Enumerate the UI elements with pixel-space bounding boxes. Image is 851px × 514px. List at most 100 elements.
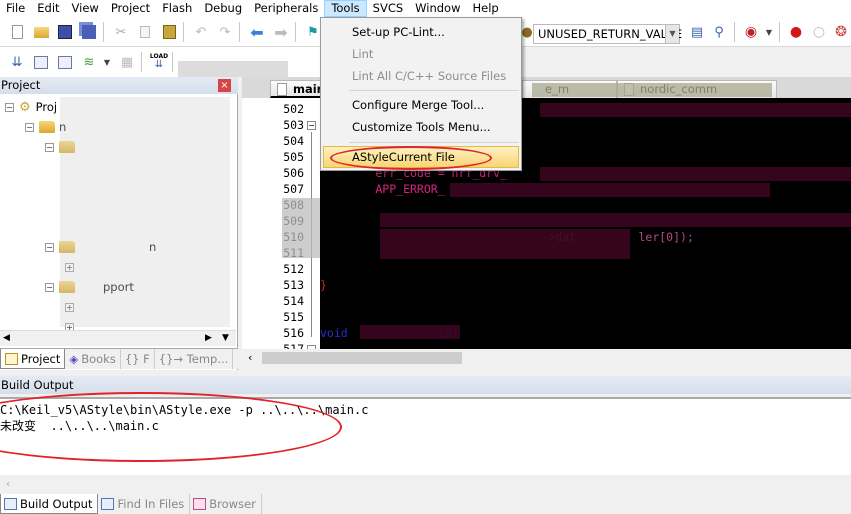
collapse-icon[interactable]: − [45, 142, 54, 152]
document-icon[interactable]: ▤ [688, 23, 706, 41]
line-number-gutter: 502 503 504 505 506 507 508 509 510 511 … [242, 98, 322, 356]
menu-item-setup-pc-lint[interactable]: Set-up PC-Lint... [323, 21, 519, 43]
collapse-icon[interactable]: − [45, 282, 54, 292]
build-output-horizontal-scrollbar[interactable]: ‹ [0, 475, 851, 493]
open-file-icon[interactable] [32, 23, 50, 41]
menu-flash[interactable]: Flash [156, 0, 198, 17]
redacted-region [380, 229, 630, 259]
find-in-files-icon [101, 498, 115, 510]
menu-tools[interactable]: Tools [324, 0, 367, 17]
scroll-left-icon[interactable]: ◀ [3, 333, 10, 343]
chevron-down-icon[interactable]: ▼ [98, 53, 116, 71]
menu-edit[interactable]: Edit [31, 0, 65, 17]
redacted-region [360, 325, 460, 339]
menu-svcs[interactable]: SVCS [367, 0, 410, 17]
menubar: File Edit View Project Flash Debug Perip… [0, 0, 851, 17]
project-panel: Project × − ⚙ Proj − n − − n + − pport +… [0, 77, 238, 370]
redacted-region [380, 213, 851, 227]
rebuild-icon[interactable] [56, 53, 74, 71]
tree-item-project-root[interactable]: − ⚙ Proj [5, 99, 57, 115]
redacted-region [540, 103, 851, 117]
output-line: C:\Keil_v5\AStyle\bin\AStyle.exe -p ..\.… [0, 403, 369, 417]
editor-tab-main[interactable]: main. [270, 80, 329, 98]
tools-menu: Set-up PC-Lint... Lint Lint All C/C++ So… [320, 17, 522, 171]
books-icon: ◈ [69, 352, 79, 366]
load-icon[interactable]: LOAD ⇊ [148, 52, 170, 70]
breakpoint-icon[interactable]: ● [787, 23, 805, 41]
redo-icon[interactable]: ↷ [216, 23, 234, 41]
redacted-region [532, 83, 772, 97]
menu-separator [349, 142, 519, 143]
menu-item-lint[interactable]: Lint [323, 43, 519, 65]
collapse-icon[interactable]: − [45, 242, 54, 252]
copy-icon[interactable] [136, 23, 154, 41]
fold-collapse-icon[interactable]: − [307, 121, 316, 130]
toolbar-separator [172, 52, 173, 72]
build-output-header: Build Output [0, 376, 851, 394]
file-icon [277, 83, 287, 96]
chevron-down-icon[interactable]: ▼ [760, 23, 778, 41]
navigate-forward-icon[interactable]: ➡ [272, 23, 290, 42]
collapse-icon[interactable]: − [5, 102, 14, 112]
toolbar-separator [734, 22, 735, 42]
toolbar-separator [779, 22, 780, 42]
scrollbar-thumb[interactable] [262, 352, 462, 364]
undo-icon[interactable]: ↶ [192, 23, 210, 41]
project-horizontal-scrollbar[interactable]: ◀ ▶ ▼ [0, 330, 236, 346]
menu-item-configure-merge-tool[interactable]: Configure Merge Tool... [323, 94, 519, 116]
paste-icon[interactable] [160, 23, 178, 41]
tab-books[interactable]: ◈ Books [65, 349, 121, 369]
menu-item-lint-all[interactable]: Lint All C/C++ Source Files [323, 65, 519, 87]
editor-horizontal-scrollbar[interactable]: ‹ [242, 349, 851, 367]
collapse-icon[interactable]: − [25, 122, 34, 132]
redacted-region [450, 183, 770, 197]
debug-search-icon[interactable]: ◉ [742, 23, 760, 41]
tab-templates[interactable]: {}→ Temp... [155, 349, 234, 369]
menu-window[interactable]: Window [409, 0, 466, 17]
menu-item-customize-tools-menu[interactable]: Customize Tools Menu... [323, 116, 519, 138]
build-output-text[interactable]: C:\Keil_v5\AStyle\bin\AStyle.exe -p ..\.… [0, 397, 851, 475]
menu-file[interactable]: File [0, 0, 31, 17]
toolbar-separator [103, 22, 104, 42]
toolbar-separator [141, 52, 142, 72]
cut-icon[interactable]: ✂ [112, 23, 130, 41]
save-icon[interactable] [56, 23, 74, 41]
build-icon[interactable] [32, 53, 50, 71]
redacted-region [60, 97, 230, 327]
target-combo[interactable]: UNUSED_RETURN_VALUE ▼ [533, 24, 682, 44]
binoculars-icon[interactable]: ⚲ [710, 23, 728, 41]
output-line: 未改变 ..\..\..\main.c [0, 419, 159, 433]
project-panel-header: Project [0, 77, 238, 94]
menu-peripherals[interactable]: Peripherals [248, 0, 324, 17]
breakpoints-kill-icon[interactable]: ❂ [832, 23, 850, 41]
scroll-down-icon[interactable]: ▼ [222, 333, 229, 343]
scroll-left-icon[interactable]: ‹ [248, 351, 252, 364]
menu-debug[interactable]: Debug [198, 0, 248, 17]
tab-project[interactable]: Project [0, 349, 66, 369]
chevron-down-icon[interactable]: ▼ [665, 25, 679, 43]
menu-project[interactable]: Project [105, 0, 156, 17]
new-file-icon[interactable] [8, 23, 26, 41]
translate-icon[interactable]: ⇊ [8, 53, 26, 71]
toolbar-separator [295, 22, 296, 42]
scroll-right-icon[interactable]: ▶ [205, 333, 212, 343]
toolbar-separator [183, 22, 184, 42]
close-icon[interactable]: × [218, 79, 231, 92]
project-icon: ⚙ [19, 99, 31, 115]
tab-find-in-files[interactable]: Find In Files [98, 494, 191, 514]
browser-icon [193, 498, 207, 510]
tab-functions[interactable]: {} F [121, 349, 155, 369]
stop-build-icon[interactable]: ▦ [118, 53, 136, 71]
menu-item-astyle-current-file[interactable]: AStyleCurrent File [323, 146, 519, 168]
output-tabs: Build Output Find In Files Browser [0, 494, 851, 514]
tab-build-output[interactable]: Build Output [0, 494, 99, 514]
save-all-icon[interactable] [80, 23, 98, 41]
batch-build-icon[interactable]: ≋ [80, 53, 98, 71]
navigate-back-icon[interactable]: ⬅ [248, 23, 266, 42]
menu-view[interactable]: View [66, 0, 105, 17]
project-tab-icon [5, 352, 18, 365]
tab-browser[interactable]: Browser [190, 494, 262, 514]
breakpoint-disabled-icon[interactable]: ○ [810, 23, 828, 41]
menu-help[interactable]: Help [467, 0, 505, 17]
scroll-left-icon[interactable]: ‹ [6, 477, 10, 490]
